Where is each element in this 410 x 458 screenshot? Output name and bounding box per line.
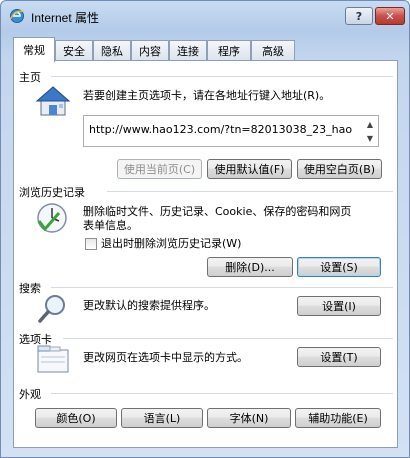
tab-general[interactable]: 常规 <box>13 37 55 62</box>
history-section-divider <box>107 191 393 192</box>
history-settings-button[interactable]: 设置(S) <box>297 257 381 277</box>
delete-history-button[interactable]: 删除(D)... <box>207 257 293 277</box>
appearance-section-title: 外观 <box>19 388 41 401</box>
tabs-description: 更改网页在选项卡中显示的方式。 <box>83 351 248 364</box>
tab-security[interactable]: 安全 <box>55 40 93 60</box>
tab-connections[interactable]: 连接 <box>169 40 207 60</box>
internet-options-window: Internet 属性 ? ✕ 常规 安全 隐私 内容 连接 程序 高级 主页 … <box>0 0 410 458</box>
home-section-divider <box>51 76 393 77</box>
languages-button[interactable]: 语言(L) <box>121 408 203 428</box>
tab-advanced[interactable]: 高级 <box>251 40 295 60</box>
home-icon <box>35 86 71 116</box>
history-description-line1: 删除临时文件、历史记录、Cookie、保存的密码和网页 <box>83 205 352 218</box>
search-magnifier-icon <box>38 295 65 323</box>
home-description: 若要创建主页选项卡，请在各地址行键入地址(R)。 <box>83 89 331 102</box>
close-button[interactable]: ✕ <box>375 7 405 25</box>
use-current-button[interactable]: 使用当前页(C) <box>117 159 202 179</box>
home-page-url-input[interactable]: http://www.hao123.com/?tn=82013038_23_ha… <box>83 115 379 147</box>
search-section-divider <box>51 287 393 288</box>
tabbed-window-icon <box>37 345 69 373</box>
appearance-section-divider <box>51 393 393 394</box>
use-default-button[interactable]: 使用默认值(F) <box>207 159 292 179</box>
colors-button[interactable]: 颜色(O) <box>35 408 117 428</box>
tab-content[interactable]: 内容 <box>131 40 169 60</box>
window-title: Internet 属性 <box>31 11 100 25</box>
home-page-url-text: http://www.hao123.com/?tn=82013038_23_ha… <box>89 123 353 136</box>
delete-on-exit-label: 退出时删除浏览历史记录(W) <box>101 237 242 250</box>
scroll-up-icon[interactable]: ▲ <box>363 117 377 131</box>
search-settings-button[interactable]: 设置(I) <box>297 296 381 316</box>
accessibility-button[interactable]: 辅助功能(E) <box>295 408 381 428</box>
internet-explorer-icon <box>9 9 25 23</box>
history-clock-icon <box>37 203 67 233</box>
tabs-settings-button[interactable]: 设置(T) <box>297 347 381 367</box>
use-blank-button[interactable]: 使用空白页(B) <box>297 159 382 179</box>
tab-programs[interactable]: 程序 <box>207 40 251 60</box>
title-bar[interactable]: Internet 属性 ? ✕ <box>1 1 409 31</box>
scroll-down-icon[interactable]: ▼ <box>363 131 377 145</box>
history-description-line2: 表单信息。 <box>83 219 138 232</box>
tab-privacy[interactable]: 隐私 <box>93 40 131 60</box>
help-button[interactable]: ? <box>345 7 373 25</box>
fonts-button[interactable]: 字体(N) <box>207 408 291 428</box>
delete-on-exit-checkbox[interactable] <box>85 238 97 250</box>
home-section-title: 主页 <box>19 71 41 84</box>
history-section-title: 浏览历史记录 <box>19 186 85 199</box>
search-description: 更改默认的搜索提供程序。 <box>83 299 215 312</box>
tabs-section-divider <box>63 338 393 339</box>
